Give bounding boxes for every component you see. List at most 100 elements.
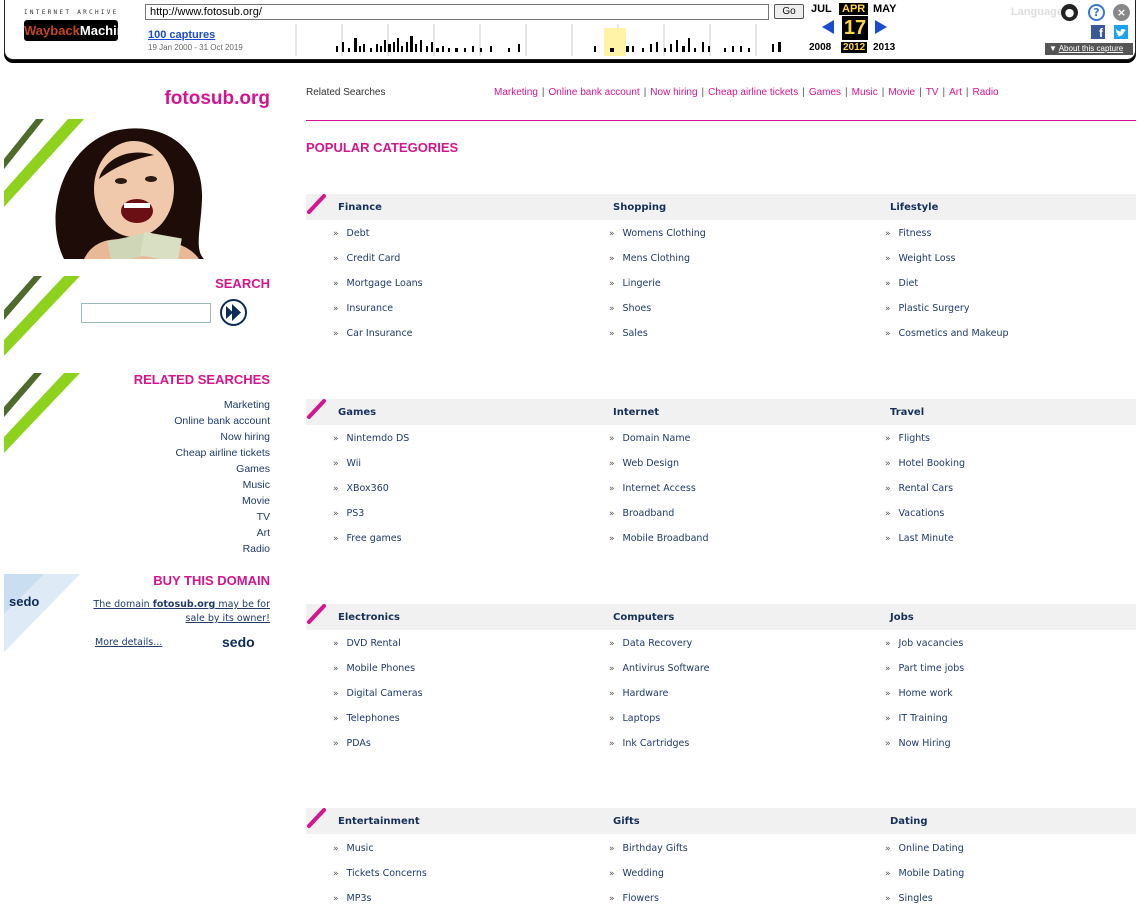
related-link[interactable]: Now hiring <box>174 429 270 445</box>
top-link[interactable]: Music <box>852 87 878 98</box>
category-item[interactable]: » Fitness <box>885 228 931 239</box>
category-heading[interactable]: Shopping <box>613 202 666 213</box>
category-item[interactable]: » Singles <box>885 893 933 904</box>
category-item[interactable]: » Mens Clothing <box>609 253 690 264</box>
search-input[interactable] <box>81 303 211 323</box>
more-details-link[interactable]: More details... <box>95 637 162 648</box>
category-item[interactable]: » Hotel Booking <box>885 458 965 469</box>
category-heading[interactable]: Gifts <box>613 816 640 827</box>
wayback-url-input[interactable]: http://www.fotosub.org/ <box>145 4 769 20</box>
captures-link[interactable]: 100 captures <box>148 29 215 41</box>
category-item[interactable]: » Last Minute <box>885 533 954 544</box>
category-item[interactable]: » Nintemdo DS <box>333 433 409 444</box>
buy-domain-text[interactable]: The domain fotosub.org may be for sale b… <box>84 598 270 626</box>
category-heading[interactable]: Travel <box>890 407 924 418</box>
category-heading[interactable]: Games <box>338 407 376 418</box>
category-item[interactable]: » Birthday Gifts <box>609 843 688 854</box>
category-heading[interactable]: Dating <box>890 816 928 827</box>
category-item[interactable]: » Part time jobs <box>885 663 964 674</box>
category-item[interactable]: » Telephones <box>333 713 400 724</box>
top-link[interactable]: Movie <box>888 87 915 98</box>
category-item[interactable]: » Plastic Surgery <box>885 303 969 314</box>
year-next[interactable]: 2013 <box>873 42 895 53</box>
category-item[interactable]: » Antivirus Software <box>609 663 709 674</box>
category-item[interactable]: » Cosmetics and Makeup <box>885 328 1009 339</box>
captures-sparkline[interactable] <box>250 24 802 56</box>
category-item[interactable]: » Hardware <box>609 688 668 699</box>
category-heading[interactable]: Entertainment <box>338 816 420 827</box>
category-heading[interactable]: Jobs <box>890 612 914 623</box>
related-link[interactable]: Art <box>174 525 270 541</box>
top-link[interactable]: Games <box>809 87 841 98</box>
category-item[interactable]: » Womens Clothing <box>609 228 706 239</box>
category-item[interactable]: » Insurance <box>333 303 393 314</box>
related-link[interactable]: TV <box>174 509 270 525</box>
help-icon[interactable]: ? <box>1088 4 1105 21</box>
wayback-logo[interactable]: WaybackMachine <box>24 20 132 41</box>
category-item[interactable]: » Ink Cartridges <box>609 738 689 749</box>
wayback-go-button[interactable]: Go <box>774 4 804 19</box>
related-link[interactable]: Radio <box>174 541 270 557</box>
category-item[interactable]: » Debt <box>333 228 369 239</box>
close-icon[interactable]: × <box>1113 4 1130 21</box>
category-item[interactable]: » Job vacancies <box>885 638 963 649</box>
related-link[interactable]: Marketing <box>174 397 270 413</box>
category-item[interactable]: » Mobile Broadband <box>609 533 708 544</box>
year-prev[interactable]: 2008 <box>809 42 831 53</box>
top-link[interactable]: Marketing <box>494 87 538 98</box>
related-link[interactable]: Online bank account <box>174 413 270 429</box>
category-item[interactable]: » MP3s <box>333 893 371 904</box>
top-link[interactable]: Radio <box>972 87 998 98</box>
category-heading[interactable]: Internet <box>613 407 659 418</box>
category-heading[interactable]: Finance <box>338 202 382 213</box>
site-brand[interactable]: fotosub.org <box>164 88 270 110</box>
category-item[interactable]: » PDAs <box>333 738 371 749</box>
category-item[interactable]: » Online Dating <box>885 843 964 854</box>
top-link[interactable]: TV <box>926 87 939 98</box>
related-link[interactable]: Movie <box>174 493 270 509</box>
category-item[interactable]: » PS3 <box>333 508 364 519</box>
category-item[interactable]: » XBox360 <box>333 483 389 494</box>
category-item[interactable]: » IT Training <box>885 713 948 724</box>
category-item[interactable]: » Flowers <box>609 893 659 904</box>
category-item[interactable]: » Digital Cameras <box>333 688 423 699</box>
top-link[interactable]: Art <box>949 87 962 98</box>
twitter-icon[interactable] <box>1114 25 1128 39</box>
category-item[interactable]: » Mortgage Loans <box>333 278 423 289</box>
facebook-icon[interactable]: f <box>1091 25 1105 40</box>
category-item[interactable]: » Mobile Phones <box>333 663 415 674</box>
related-link[interactable]: Music <box>174 477 270 493</box>
category-item[interactable]: » Car Insurance <box>333 328 413 339</box>
category-item[interactable]: » Rental Cars <box>885 483 953 494</box>
category-item[interactable]: » Mobile Dating <box>885 868 964 879</box>
top-link[interactable]: Now hiring <box>650 87 697 98</box>
top-link[interactable]: Cheap airline tickets <box>708 87 798 98</box>
category-item[interactable]: » Laptops <box>609 713 660 724</box>
category-item[interactable]: » Now Hiring <box>885 738 951 749</box>
category-item[interactable]: » Domain Name <box>609 433 690 444</box>
top-link[interactable]: Online bank account <box>549 87 640 98</box>
prev-capture-arrow-icon[interactable] <box>822 20 834 34</box>
category-heading[interactable]: Lifestyle <box>890 202 938 213</box>
category-item[interactable]: » Vacations <box>885 508 944 519</box>
category-item[interactable]: » Diet <box>885 278 918 289</box>
category-item[interactable]: » Free games <box>333 533 402 544</box>
category-item[interactable]: » Music <box>333 843 374 854</box>
month-next[interactable]: MAY <box>873 3 896 15</box>
category-item[interactable]: » Shoes <box>609 303 651 314</box>
category-item[interactable]: » Lingerie <box>609 278 661 289</box>
search-go-arrow-icon[interactable] <box>220 299 247 326</box>
category-item[interactable]: » Sales <box>609 328 648 339</box>
category-item[interactable]: » Weight Loss <box>885 253 955 264</box>
related-link[interactable]: Games <box>174 461 270 477</box>
month-prev[interactable]: JUL <box>811 3 832 15</box>
account-icon[interactable]: ● <box>1061 4 1078 21</box>
sedo-logo-small[interactable]: sedo <box>222 634 255 650</box>
category-item[interactable]: » Flights <box>885 433 930 444</box>
category-item[interactable]: » Credit Card <box>333 253 400 264</box>
category-item[interactable]: » DVD Rental <box>333 638 401 649</box>
category-item[interactable]: » Home work <box>885 688 953 699</box>
next-capture-arrow-icon[interactable] <box>875 20 887 34</box>
related-link[interactable]: Cheap airline tickets <box>174 445 270 461</box>
category-item[interactable]: » Wii <box>333 458 361 469</box>
